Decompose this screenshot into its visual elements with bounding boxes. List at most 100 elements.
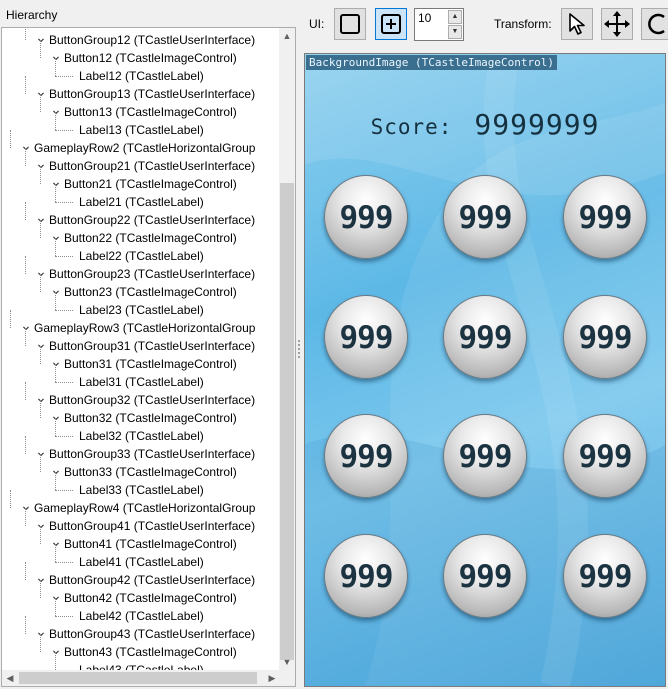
- tree-node[interactable]: GameplayRow4 (TCastleHorizontalGroup: [34, 499, 255, 517]
- expand-chevron-icon[interactable]: ⌄: [35, 30, 47, 49]
- tree-node[interactable]: Label12 (TCastleLabel): [79, 67, 204, 85]
- expand-chevron-icon[interactable]: ⌄: [20, 318, 32, 337]
- expand-chevron-icon[interactable]: ⌄: [50, 408, 62, 427]
- expand-chevron-icon[interactable]: ⌄: [50, 588, 62, 607]
- game-button-21[interactable]: 999: [324, 295, 408, 379]
- horizontal-scroll-thumb[interactable]: [19, 672, 257, 684]
- game-button-33[interactable]: 999: [563, 414, 647, 498]
- game-button-23[interactable]: 999: [563, 295, 647, 379]
- tree-guide-line: [25, 76, 26, 94]
- tree-node[interactable]: Button41 (TCastleImageControl): [64, 535, 237, 553]
- expand-chevron-icon[interactable]: ⌄: [35, 444, 47, 463]
- expand-chevron-icon[interactable]: ⌄: [35, 516, 47, 535]
- expand-chevron-icon[interactable]: ⌄: [50, 462, 62, 481]
- grid-size-spinner[interactable]: 10 ▲ ▼: [414, 8, 464, 41]
- tree-guide-line: [55, 544, 56, 562]
- scroll-left-icon[interactable]: ◀: [2, 670, 18, 686]
- game-button-31[interactable]: 999: [324, 414, 408, 498]
- expand-chevron-icon[interactable]: ⌄: [35, 390, 47, 409]
- tree-node[interactable]: Button23 (TCastleImageControl): [64, 283, 237, 301]
- tree-node[interactable]: Button13 (TCastleImageControl): [64, 103, 237, 121]
- tree-node[interactable]: GameplayRow3 (TCastleHorizontalGroup: [34, 319, 255, 337]
- game-button-label: 999: [578, 439, 633, 475]
- rectangle-tool-button[interactable]: [334, 8, 366, 40]
- tree-node[interactable]: Button42 (TCastleImageControl): [64, 589, 237, 607]
- panel-splitter[interactable]: [298, 340, 301, 360]
- expand-chevron-icon[interactable]: ⌄: [50, 102, 62, 121]
- tree-node[interactable]: Button33 (TCastleImageControl): [64, 463, 237, 481]
- tree-node[interactable]: Label41 (TCastleLabel): [79, 553, 204, 571]
- expand-chevron-icon[interactable]: ⌄: [20, 138, 32, 157]
- expand-chevron-icon[interactable]: ⌄: [50, 354, 62, 373]
- tree-node[interactable]: Button21 (TCastleImageControl): [64, 175, 237, 193]
- tree-node[interactable]: ButtonGroup13 (TCastleUserInterface): [49, 85, 255, 103]
- tree-node[interactable]: GameplayRow2 (TCastleHorizontalGroup: [34, 139, 255, 157]
- expand-chevron-icon[interactable]: ⌄: [35, 336, 47, 355]
- scroll-right-icon[interactable]: ▶: [264, 670, 280, 686]
- expand-chevron-icon[interactable]: ⌄: [50, 534, 62, 553]
- tree-node[interactable]: Button31 (TCastleImageControl): [64, 355, 237, 373]
- move-tool-button[interactable]: [601, 8, 633, 40]
- spin-down-icon[interactable]: ▼: [448, 25, 462, 39]
- tree-node[interactable]: ButtonGroup21 (TCastleUserInterface): [49, 157, 255, 175]
- expand-chevron-icon[interactable]: ⌄: [50, 174, 62, 193]
- tree-node[interactable]: Label22 (TCastleLabel): [79, 247, 204, 265]
- vertical-scroll-thumb[interactable]: [280, 183, 294, 660]
- tree-node[interactable]: Button43 (TCastleImageControl): [64, 643, 237, 661]
- expand-chevron-icon[interactable]: ⌄: [35, 264, 47, 283]
- tree-node[interactable]: Button12 (TCastleImageControl): [64, 49, 237, 67]
- expand-chevron-icon[interactable]: ⌄: [50, 48, 62, 67]
- hierarchy-tree-panel[interactable]: ⌄ ButtonGroup12 (TCastleUserInterface) ⌄ Bu…: [1, 27, 296, 687]
- game-button-32[interactable]: 999: [443, 414, 527, 498]
- game-button-43[interactable]: 999: [563, 534, 647, 618]
- tree-node[interactable]: ButtonGroup31 (TCastleUserInterface): [49, 337, 255, 355]
- game-button-42[interactable]: 999: [443, 534, 527, 618]
- tree-node[interactable]: Label32 (TCastleLabel): [79, 427, 204, 445]
- vertical-scrollbar[interactable]: ▲ ▼: [279, 28, 295, 670]
- expand-chevron-icon[interactable]: ⌄: [50, 642, 62, 661]
- spin-up-icon[interactable]: ▲: [448, 10, 462, 24]
- tree-node[interactable]: Label43 (TCastleLabel): [79, 661, 204, 670]
- tree-node[interactable]: ButtonGroup33 (TCastleUserInterface): [49, 445, 255, 463]
- expand-chevron-icon[interactable]: ⌄: [20, 498, 32, 517]
- game-button-11[interactable]: 999: [324, 175, 408, 259]
- tree-node[interactable]: Label21 (TCastleLabel): [79, 193, 204, 211]
- expand-chevron-icon[interactable]: ⌄: [35, 156, 47, 175]
- select-cursor-icon: [569, 13, 585, 35]
- tree-node[interactable]: Label33 (TCastleLabel): [79, 481, 204, 499]
- tree-node[interactable]: ButtonGroup41 (TCastleUserInterface): [49, 517, 255, 535]
- tree-node[interactable]: ButtonGroup43 (TCastleUserInterface): [49, 625, 255, 643]
- grid-size-value[interactable]: 10: [418, 11, 431, 25]
- tree-node[interactable]: Label42 (TCastleLabel): [79, 607, 204, 625]
- tree-node[interactable]: ButtonGroup12 (TCastleUserInterface): [49, 31, 255, 49]
- expand-chevron-icon[interactable]: ⌄: [35, 624, 47, 643]
- game-button-41[interactable]: 999: [324, 534, 408, 618]
- scroll-up-icon[interactable]: ▲: [279, 28, 295, 44]
- select-tool-button[interactable]: [561, 8, 593, 40]
- tree-node[interactable]: ButtonGroup42 (TCastleUserInterface): [49, 571, 255, 589]
- expand-chevron-icon[interactable]: ⌄: [50, 282, 62, 301]
- game-button-13[interactable]: 999: [563, 175, 647, 259]
- game-button-label: 999: [339, 439, 394, 475]
- tree-node[interactable]: Label13 (TCastleLabel): [79, 121, 204, 139]
- expand-chevron-icon[interactable]: ⌄: [50, 228, 62, 247]
- expand-chevron-icon[interactable]: ⌄: [35, 570, 47, 589]
- tree-node[interactable]: ButtonGroup22 (TCastleUserInterface): [49, 211, 255, 229]
- expand-chevron-icon[interactable]: ⌄: [35, 210, 47, 229]
- tree-node[interactable]: Button32 (TCastleImageControl): [64, 409, 237, 427]
- tree-node[interactable]: Label23 (TCastleLabel): [79, 301, 204, 319]
- tree-node[interactable]: ButtonGroup23 (TCastleUserInterface): [49, 265, 255, 283]
- rotate-tool-button[interactable]: [641, 8, 668, 40]
- tree-node[interactable]: ButtonGroup32 (TCastleUserInterface): [49, 391, 255, 409]
- tree-node[interactable]: Label31 (TCastleLabel): [79, 373, 204, 391]
- game-button-12[interactable]: 999: [443, 175, 527, 259]
- hierarchy-tree[interactable]: ⌄ ButtonGroup12 (TCastleUserInterface) ⌄ Bu…: [2, 28, 280, 670]
- tree-node[interactable]: Button22 (TCastleImageControl): [64, 229, 237, 247]
- design-viewport[interactable]: BackgroundImage (TCastleImageControl) Sc…: [304, 53, 666, 687]
- horizontal-scrollbar[interactable]: ◀ ▶: [2, 670, 280, 686]
- expand-chevron-icon[interactable]: ⌄: [35, 84, 47, 103]
- game-button-22[interactable]: 999: [443, 295, 527, 379]
- tree-guide-line: [55, 652, 56, 670]
- add-ui-button[interactable]: [375, 8, 407, 40]
- scroll-down-icon[interactable]: ▼: [279, 654, 295, 670]
